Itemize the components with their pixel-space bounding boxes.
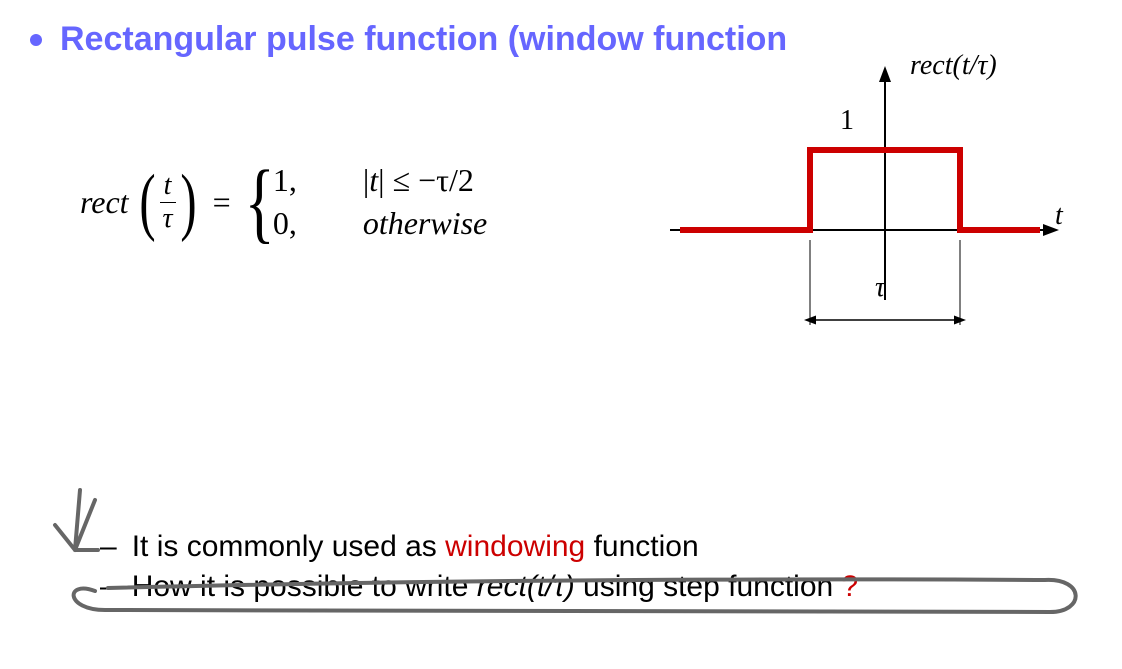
note-1-suffix: function — [585, 530, 698, 563]
frac-top: t — [160, 170, 176, 203]
rect-plot-svg — [660, 50, 1080, 350]
note-2-suffix: using step function — [575, 570, 842, 603]
note-2-qmark: ? — [842, 570, 859, 603]
note-2-prefix: How it is possible to write — [132, 570, 477, 603]
frac-bot: τ — [160, 203, 176, 235]
equals: = — [213, 184, 231, 221]
case1-condition: |t| ≤ −τ/2 — [363, 159, 474, 202]
case1-value: 1, — [273, 159, 313, 202]
note-2-text: How it is possible to write rect(t/τ) us… — [132, 570, 859, 604]
abs-var: t — [369, 162, 378, 198]
note-1-text: It is commonly used as windowing functio… — [132, 530, 699, 564]
note-1-prefix: It is commonly used as — [132, 530, 445, 563]
one-tick: 1 — [840, 105, 854, 137]
rect-definition: rect ( t τ ) = { 1, |t| ≤ −τ/2 0, otherw… — [80, 159, 487, 245]
dash-icon: – — [100, 570, 117, 604]
lhs-fraction: t τ — [160, 170, 176, 235]
case2-condition: otherwise — [363, 202, 487, 245]
dash-icon: – — [100, 530, 117, 564]
note-1-highlight: windowing — [445, 530, 585, 563]
width-label: τ — [875, 272, 885, 304]
close-paren-icon: ) — [180, 172, 196, 232]
note-2: – How it is possible to write rect(t/τ) … — [40, 570, 1090, 604]
rect-func-name: rect — [80, 184, 129, 221]
yaxis-label: rect(t/τ) — [910, 50, 997, 82]
case-2: 0, otherwise — [273, 202, 487, 245]
cases: 1, |t| ≤ −τ/2 0, otherwise — [273, 159, 487, 245]
notes-list: – It is commonly used as windowing funct… — [40, 530, 1090, 610]
note-2-italic: rect(t/τ) — [477, 570, 575, 603]
rect-curve — [680, 150, 1040, 230]
open-paren-icon: ( — [139, 172, 155, 232]
bullet-icon — [30, 34, 42, 46]
note-1: – It is commonly used as windowing funct… — [40, 530, 1090, 564]
case2-value: 0, — [273, 202, 313, 245]
rect-plot: rect(t/τ) 1 t τ — [660, 50, 1080, 350]
brace-icon: { — [244, 171, 274, 234]
xaxis-label: t — [1055, 200, 1063, 232]
case-1: 1, |t| ≤ −τ/2 — [273, 159, 487, 202]
